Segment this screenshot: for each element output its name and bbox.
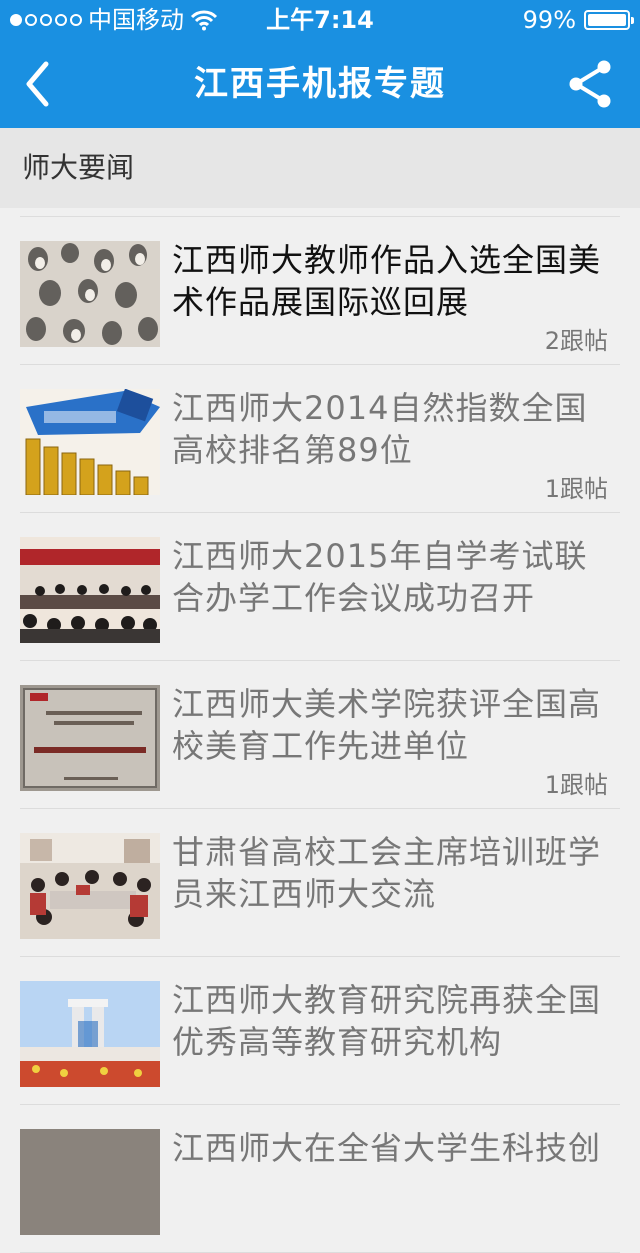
article-headline: 江西师大美术学院获评全国高校美育工作先进单位: [172, 685, 602, 765]
reply-count: 1跟帖: [544, 771, 608, 799]
article-headline: 甘肃省高校工会主席培训班学员来江西师大交流: [172, 833, 602, 913]
list-item[interactable]: 江西师大在全省大学生科技创: [20, 1105, 620, 1253]
article-thumbnail: [20, 1129, 160, 1235]
share-icon[interactable]: [566, 58, 614, 110]
section-title: 师大要闻: [22, 151, 135, 184]
article-headline: 江西师大在全省大学生科技创: [172, 1129, 602, 1167]
battery-percent: 99%: [522, 6, 576, 34]
article-thumbnail: [20, 241, 160, 347]
article-headline: 江西师大教师作品入选全国美术作品展国际巡回展: [172, 241, 602, 321]
article-thumbnail: [20, 685, 160, 791]
list-item[interactable]: 江西师大2015年自学考试联合办学工作会议成功召开: [20, 513, 620, 661]
top-bar: 中国移动 上午7:14 99% 江西手机报专题: [0, 0, 640, 128]
list-item[interactable]: 江西师大美术学院获评全国高校美育工作先进单位 1跟帖: [20, 661, 620, 809]
article-thumbnail: [20, 981, 160, 1087]
article-headline: 江西师大教育研究院再获全国优秀高等教育研究机构: [172, 981, 602, 1061]
reply-count: 2跟帖: [544, 327, 608, 355]
battery-icon: [584, 10, 634, 30]
list-item[interactable]: 甘肃省高校工会主席培训班学员来江西师大交流: [20, 809, 620, 957]
status-bar: 中国移动 上午7:14 99%: [0, 0, 640, 40]
reply-count: 1跟帖: [544, 475, 608, 503]
section-header: 师大要闻: [0, 128, 640, 208]
article-thumbnail: [20, 833, 160, 939]
status-right: 99%: [522, 0, 634, 40]
list-item[interactable]: 江西师大2014自然指数全国高校排名第89位 1跟帖: [20, 365, 620, 513]
article-headline: 江西师大2015年自学考试联合办学工作会议成功召开: [172, 537, 588, 617]
list-item[interactable]: 江西师大教育研究院再获全国优秀高等教育研究机构: [20, 957, 620, 1105]
article-thumbnail: [20, 537, 160, 643]
nav-bar: 江西手机报专题: [0, 40, 640, 128]
article-headline: 江西师大2014自然指数全国高校排名第89位: [172, 389, 588, 469]
page-title: 江西手机报专题: [194, 64, 446, 104]
list-item[interactable]: 江西师大教师作品入选全国美术作品展国际巡回展 2跟帖: [20, 217, 620, 365]
article-thumbnail: [20, 389, 160, 495]
